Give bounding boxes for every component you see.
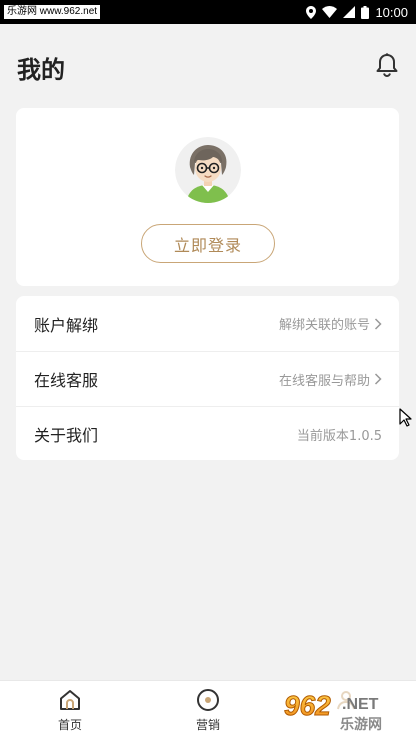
status-bar: 乐游网 www.962.net 10:00 bbox=[0, 0, 416, 24]
battery-icon bbox=[361, 5, 370, 19]
status-watermark: 乐游网 www.962.net bbox=[4, 5, 101, 19]
menu-item-label: 账户解绑 bbox=[34, 315, 99, 335]
wifi-icon bbox=[322, 6, 338, 18]
location-icon bbox=[306, 5, 317, 19]
page-title: 我的 bbox=[17, 56, 65, 84]
cartoon-avatar-icon bbox=[175, 137, 241, 203]
status-icons: 10:00 bbox=[306, 5, 408, 20]
cellular-signal-icon bbox=[343, 6, 356, 18]
menu-item-label: 在线客服 bbox=[34, 371, 99, 390]
profile-icon bbox=[337, 691, 355, 710]
menu-item-detail: 在线客服与帮助 bbox=[279, 370, 382, 389]
status-time: 10:00 bbox=[375, 4, 408, 20]
home-icon bbox=[60, 690, 80, 710]
app-version: 当前版本1.0.5 bbox=[296, 428, 382, 444]
menu-item-online-service[interactable]: 在线客服 在线客服与帮助 bbox=[16, 351, 399, 406]
menu-item-label: 关于我们 bbox=[34, 426, 99, 445]
chevron-right-icon bbox=[374, 373, 382, 385]
menu-item-value: 在线客服与帮助 bbox=[278, 373, 370, 389]
mouse-cursor-icon bbox=[399, 408, 412, 427]
tab-marketing[interactable]: 营销 bbox=[168, 681, 248, 739]
tab-home[interactable]: 首页 bbox=[30, 681, 110, 739]
login-button[interactable]: 立即登录 bbox=[141, 224, 275, 263]
menu-item-about-us[interactable]: 关于我们 当前版本1.0.5 bbox=[16, 406, 399, 461]
menu-item-detail: 解绑关联的账号 bbox=[279, 314, 382, 333]
tab-label: 首页 bbox=[57, 718, 82, 732]
chevron-right-icon bbox=[374, 317, 382, 330]
menu-item-value: 解绑关联的账号 bbox=[278, 318, 370, 333]
avatar[interactable] bbox=[175, 137, 241, 203]
bell-icon[interactable] bbox=[374, 52, 400, 78]
tab-profile[interactable] bbox=[306, 681, 386, 739]
bottom-nav: 首页 营销 bbox=[0, 680, 416, 739]
menu-item-unbind-account[interactable]: 账户解绑 解绑关联的账号 bbox=[16, 296, 399, 351]
tab-label: 营销 bbox=[195, 718, 220, 732]
settings-menu: 账户解绑 解绑关联的账号 在线客服 在线客服与帮助 关于我们 当前版本1.0.5 bbox=[16, 296, 399, 460]
profile-card: 立即登录 bbox=[16, 108, 399, 286]
menu-item-detail: 当前版本1.0.5 bbox=[297, 425, 382, 444]
target-icon bbox=[197, 689, 219, 711]
